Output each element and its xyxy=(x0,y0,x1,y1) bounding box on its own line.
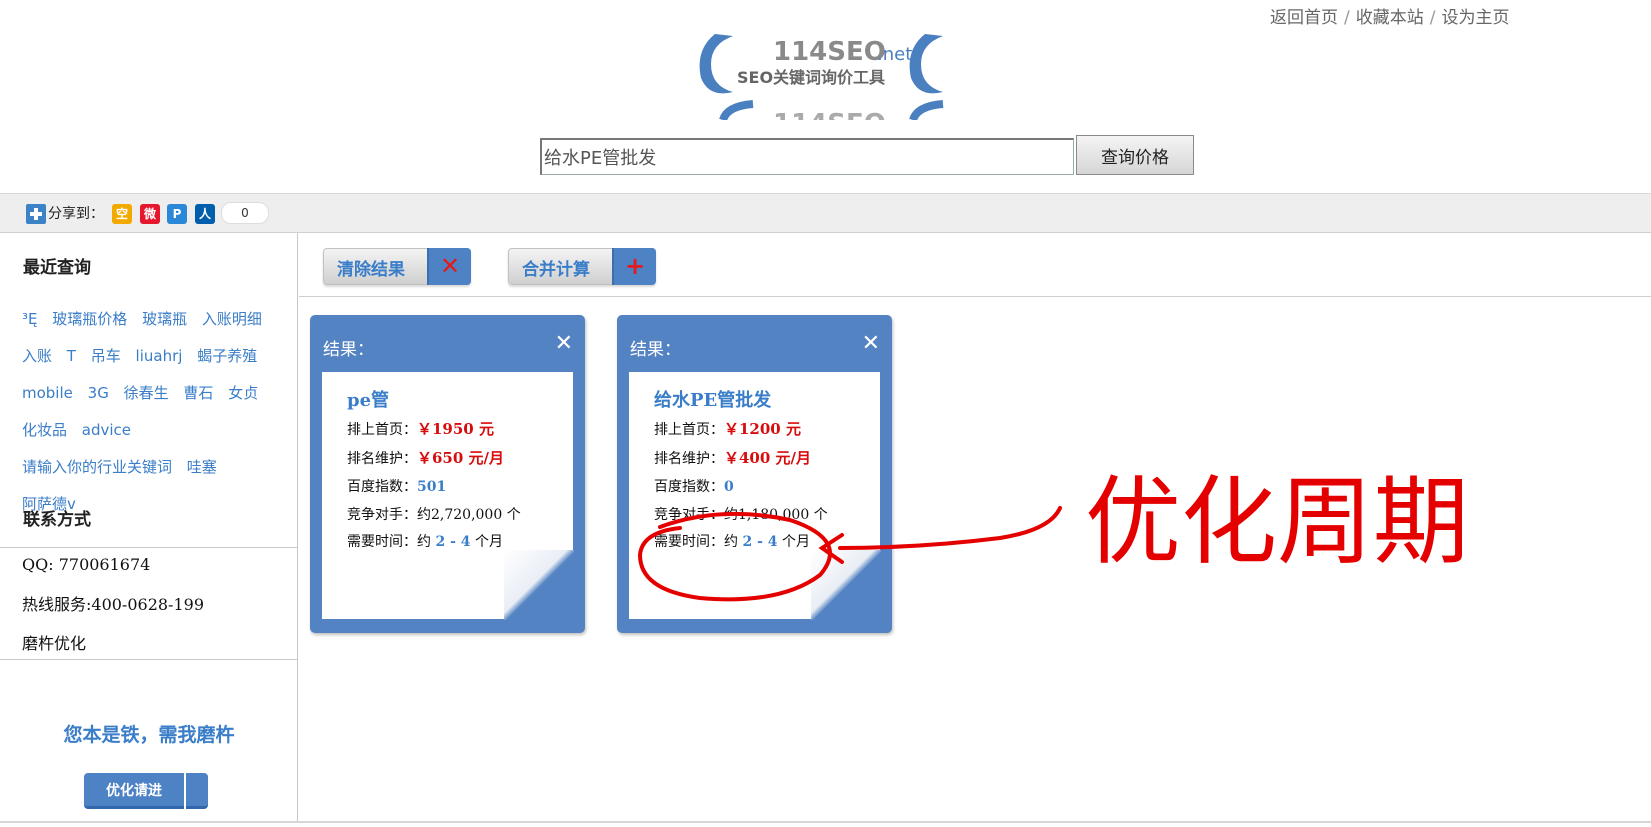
divider xyxy=(0,547,298,548)
renren-icon[interactable]: 人 xyxy=(195,204,215,224)
competitors-row: 竞争对手：约2,720,000 个 xyxy=(347,507,521,523)
set-homepage-link[interactable]: 设为主页 xyxy=(1441,8,1509,28)
qq-number: QQ: 770061674 xyxy=(22,555,151,574)
recent-query-item[interactable]: 玻璃瓶价格 xyxy=(52,310,127,328)
recent-query-item[interactable]: 女贞 xyxy=(228,384,258,402)
share-plus-icon[interactable] xyxy=(26,204,46,224)
competitors-row: 竞争对手：约1,180,000 个 xyxy=(654,507,828,523)
company-name: 磨杵优化 xyxy=(22,634,87,653)
divider xyxy=(0,659,298,660)
link-separator: / xyxy=(1344,8,1350,28)
share-label: 分享到： xyxy=(48,206,104,222)
result-keyword: pe管 xyxy=(347,390,390,411)
recent-query-item[interactable]: 入账明细 xyxy=(202,310,262,328)
keyword-search-input[interactable] xyxy=(540,138,1074,175)
baidu-index-row: 百度指数：0 xyxy=(654,479,734,495)
page-curl xyxy=(811,550,881,620)
recent-query-item[interactable]: 哇塞 xyxy=(187,458,217,476)
time-row: 需要时间：约 2 - 4 个月 xyxy=(347,534,503,550)
result-card: 结果： ✕ pe管 排上首页：￥1950 元 排名维护：￥650 元/月 百度指… xyxy=(310,315,585,633)
result-card-title: 结果： xyxy=(323,340,374,360)
home-price-row: 排上首页：￥1200 元 xyxy=(654,420,801,438)
plus-icon: + xyxy=(612,248,656,285)
divider xyxy=(299,296,1651,297)
recent-query-item[interactable]: 徐春生 xyxy=(124,384,169,402)
maint-price-row: 排名维护：￥400 元/月 xyxy=(654,449,812,467)
share-bar: 分享到： 空 微 P 人 0 xyxy=(0,193,1651,233)
recent-query-item[interactable]: 化妆品 xyxy=(22,421,67,439)
recent-query-item[interactable]: mobile xyxy=(22,384,73,402)
home-price-row: 排上首页：￥1950 元 xyxy=(347,420,494,438)
result-card-body: pe管 排上首页：￥1950 元 排名维护：￥650 元/月 百度指数：501 … xyxy=(322,372,574,620)
link-separator: / xyxy=(1429,8,1436,28)
baidu-index-row: 百度指数：501 xyxy=(347,479,447,495)
close-icon[interactable]: ✕ xyxy=(555,331,573,356)
optimize-tab-next[interactable] xyxy=(186,773,208,809)
qzone-icon[interactable]: 空 xyxy=(112,204,132,224)
recent-query-item[interactable]: ³Ę xyxy=(22,310,38,328)
contact-title: 联系方式 xyxy=(23,510,91,530)
svg-text:SEO关键词询价工具: SEO关键词询价工具 xyxy=(737,68,885,87)
recent-query-item[interactable]: 3G xyxy=(88,384,109,402)
home-link[interactable]: 返回首页 xyxy=(1270,8,1338,28)
recent-query-item[interactable]: 玻璃瓶 xyxy=(142,310,187,328)
weibo-icon[interactable]: 微 xyxy=(140,204,160,224)
result-card-body: 给水PE管批发 排上首页：￥1200 元 排名维护：￥400 元/月 百度指数：… xyxy=(629,372,881,620)
divider xyxy=(0,821,1651,823)
recent-queries-list: ³Ę 玻璃瓶价格 玻璃瓶 入账明细 入账 T 吊车 liuahrj 蝎子养殖 m… xyxy=(22,301,290,523)
maint-price-row: 排名维护：￥650 元/月 xyxy=(347,449,505,467)
svg-text:114SEO: 114SEO xyxy=(773,109,886,120)
recent-query-item[interactable]: T xyxy=(67,347,76,365)
top-links: 返回首页 / 收藏本站 / 设为主页 xyxy=(1270,3,1509,28)
favorite-link[interactable]: 收藏本站 xyxy=(1356,8,1424,28)
query-price-button[interactable]: 查询价格 xyxy=(1076,135,1194,175)
close-icon: ✕ xyxy=(427,248,471,285)
hotline: 热线服务:400-0628-199 xyxy=(22,595,205,614)
site-logo[interactable]: 114SEO .net SEO关键词询价工具 114SEO xyxy=(693,28,949,120)
recent-query-item[interactable]: liuahrj xyxy=(136,347,183,365)
svg-text:114SEO: 114SEO xyxy=(773,37,886,67)
clear-results-label: 清除结果 xyxy=(337,260,405,280)
merge-calc-label: 合并计算 xyxy=(522,260,590,280)
close-icon[interactable]: ✕ xyxy=(862,331,880,356)
merge-calc-button[interactable]: 合并计算 + xyxy=(508,248,656,285)
svg-text:.net: .net xyxy=(877,44,912,65)
page-curl xyxy=(504,550,574,620)
recent-queries-title: 最近查询 xyxy=(23,258,91,278)
time-row: 需要时间：约 2 - 4 个月 xyxy=(654,534,810,550)
pengyou-icon[interactable]: P xyxy=(167,204,187,224)
recent-query-item[interactable]: 蝎子养殖 xyxy=(197,347,257,365)
optimize-tab[interactable]: 优化请进 xyxy=(84,773,184,809)
slogan: 您本是铁，需我磨杵 xyxy=(63,724,235,746)
result-keyword: 给水PE管批发 xyxy=(654,390,772,411)
result-card: 结果： ✕ 给水PE管批发 排上首页：￥1200 元 排名维护：￥400 元/月… xyxy=(617,315,892,633)
annotation-text: 优化周期 xyxy=(1085,466,1469,578)
recent-query-item[interactable]: advice xyxy=(82,421,131,439)
recent-query-item[interactable]: 请输入你的行业关键词 xyxy=(22,458,172,476)
clear-results-button[interactable]: 清除结果 ✕ xyxy=(323,248,471,285)
recent-query-item[interactable]: 入账 xyxy=(22,347,52,365)
recent-query-item[interactable]: 吊车 xyxy=(91,347,121,365)
sidebar: 最近查询 ³Ę 玻璃瓶价格 玻璃瓶 入账明细 入账 T 吊车 liuahrj 蝎… xyxy=(0,233,298,821)
result-card-title: 结果： xyxy=(630,340,681,360)
share-count: 0 xyxy=(221,202,269,224)
recent-query-item[interactable]: 曹石 xyxy=(183,384,213,402)
